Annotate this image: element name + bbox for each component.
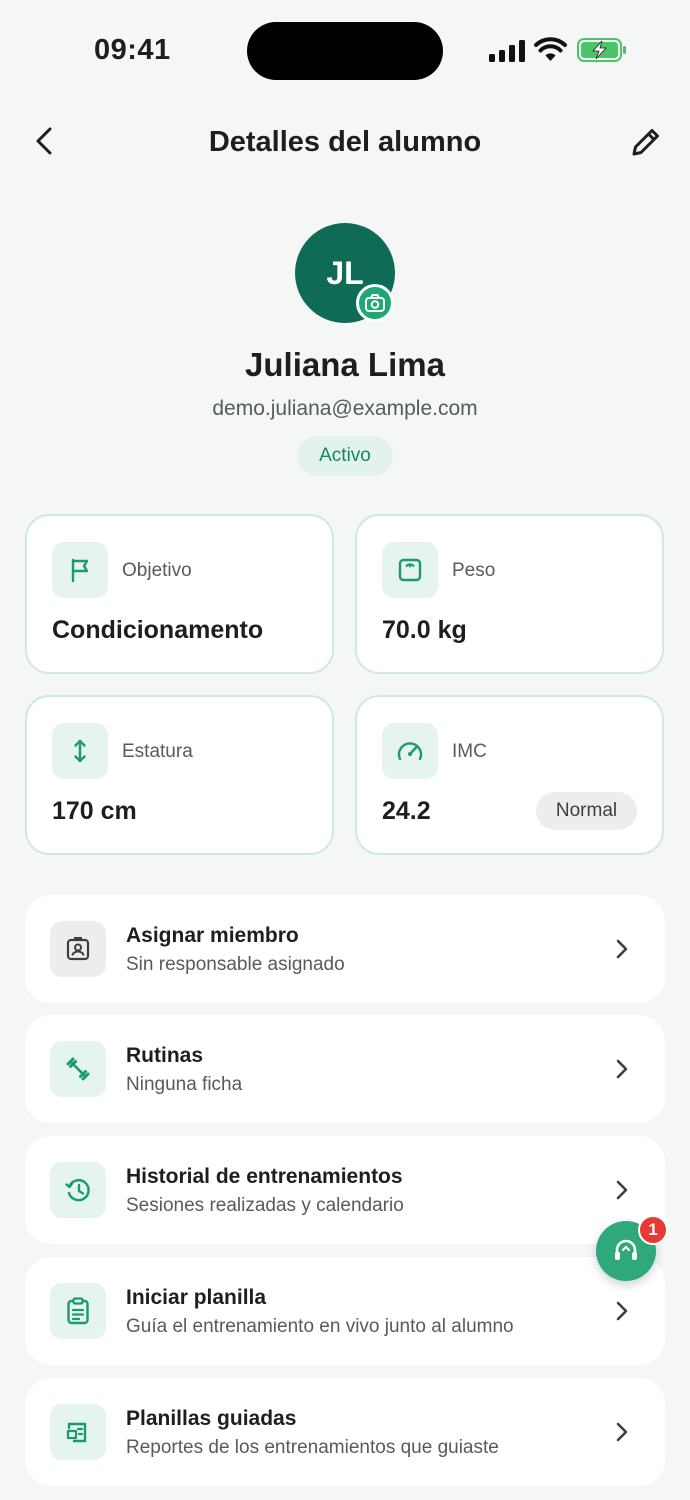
- status-time: 09:41: [94, 34, 171, 66]
- camera-icon: [365, 294, 385, 312]
- id-badge-icon: [66, 937, 90, 961]
- chevron-right-icon: [616, 1422, 628, 1442]
- clipboard-icon: [67, 1297, 89, 1325]
- headset-icon: [615, 1239, 637, 1260]
- gauge-icon: [397, 742, 423, 761]
- stat-card-weight: Peso 70.0 kg: [355, 514, 664, 674]
- avatar-initials: JL: [326, 254, 364, 291]
- notification-count-badge: 1: [638, 1215, 668, 1245]
- menu-row-start-sheet[interactable]: Iniciar planilla Guía el entrenamiento e…: [25, 1257, 665, 1365]
- chevron-right-icon: [616, 1301, 628, 1321]
- student-name: Juliana Lima: [245, 346, 445, 383]
- menu-row-guided-sheets[interactable]: Planillas guiadas Reportes de los entren…: [25, 1378, 665, 1486]
- stat-value: 24.2: [382, 797, 431, 825]
- page-title: Detalles del alumno: [208, 126, 482, 158]
- wifi-icon: [534, 37, 567, 61]
- stat-value: 170 cm: [52, 797, 137, 825]
- chevron-right-icon: [616, 1180, 628, 1200]
- menu-row-assign-member[interactable]: Asignar miembro Sin responsable asignado: [25, 895, 665, 1003]
- stat-value: 70.0 kg: [382, 616, 467, 644]
- menu-row-training-history[interactable]: Historial de entrenamientos Sesiones rea…: [25, 1136, 665, 1244]
- student-email: demo.juliana@example.com: [212, 397, 478, 420]
- menu-row-subtitle: Sesiones realizadas y calendario: [126, 1195, 404, 1216]
- change-photo-button[interactable]: [356, 284, 394, 322]
- menu-row-routines[interactable]: Rutinas Ninguna ficha: [25, 1015, 665, 1123]
- chevron-right-icon: [616, 1059, 628, 1079]
- menu-row-subtitle: Guía el entrenamiento en vivo junto al a…: [126, 1316, 514, 1337]
- menu-row-title: Iniciar planilla: [126, 1286, 267, 1309]
- scale-icon: [398, 558, 422, 582]
- menu-row-subtitle: Reportes de los entrenamientos que guias…: [126, 1437, 499, 1458]
- stat-card-height: Estatura 170 cm: [25, 695, 334, 855]
- stat-card-bmi: IMC 24.2 Normal: [355, 695, 664, 855]
- menu-row-title: Rutinas: [126, 1044, 204, 1067]
- edit-pencil-icon[interactable]: [628, 124, 664, 160]
- stat-card-goal: Objetivo Condicionamento: [25, 514, 334, 674]
- stat-label: Objetivo: [122, 560, 192, 581]
- cellular-signal-icon: [489, 40, 525, 62]
- status-bar: 09:41: [0, 0, 690, 100]
- menu-row-title: Asignar miembro: [126, 924, 299, 947]
- menu-row-subtitle: Sin responsable asignado: [126, 954, 345, 975]
- dumbbell-icon: [66, 1057, 90, 1081]
- flag-icon: [71, 558, 89, 583]
- menu-row-title: Planillas guiadas: [126, 1407, 297, 1430]
- stat-label: Estatura: [122, 741, 193, 762]
- chevron-right-icon: [616, 939, 628, 959]
- battery-charging-icon: [577, 38, 626, 62]
- vertical-arrows-icon: [74, 739, 86, 763]
- menu-row-subtitle: Ninguna ficha: [126, 1074, 243, 1095]
- stat-label: IMC: [452, 741, 487, 762]
- bmi-category-badge: Normal: [536, 792, 637, 830]
- history-icon: [65, 1179, 90, 1202]
- stat-value: Condicionamento: [52, 616, 264, 644]
- stat-label: Peso: [452, 560, 496, 581]
- status-badge: Activo: [297, 436, 393, 476]
- menu-row-title: Historial de entrenamientos: [126, 1165, 403, 1188]
- dynamic-island: [247, 22, 443, 80]
- guided-sheet-icon: [66, 1422, 87, 1443]
- nav-bar: Detalles del alumno: [0, 110, 690, 174]
